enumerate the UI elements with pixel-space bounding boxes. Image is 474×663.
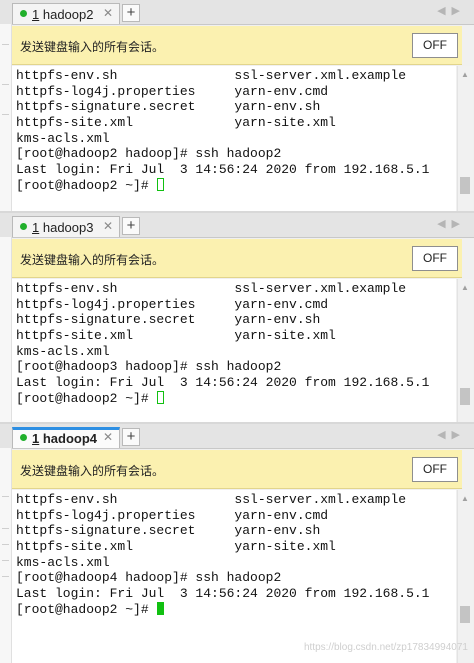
terminal-line: httpfs-site.xml yarn-site.xml <box>16 539 336 555</box>
terminal-output[interactable]: httpfs-env.sh ssl-server.xml.example htt… <box>12 490 456 663</box>
add-tab-button[interactable]: + <box>122 217 140 235</box>
connected-status-icon <box>20 223 27 230</box>
scrollbar-thumb[interactable] <box>460 388 470 405</box>
terminal-line: httpfs-signature.secret yarn-env.sh <box>16 99 321 115</box>
vertical-scrollbar[interactable]: ▲ <box>457 490 473 663</box>
left-gutter <box>0 448 12 663</box>
terminal-line: httpfs-log4j.properties yarn-env.cmd <box>16 296 329 312</box>
close-tab-icon[interactable]: ✕ <box>103 430 113 444</box>
terminal-prompt-line: [root@hadoop2 ~]# <box>16 601 429 618</box>
scroll-up-icon[interactable]: ▲ <box>461 494 469 503</box>
terminal-line: kms-acls.xml <box>16 343 110 359</box>
terminal-line: [root@hadoop4 hadoop]# ssh hadoop2 <box>16 570 282 586</box>
broadcast-infobar: 发送键盘输入的所有会话。 OFF <box>12 450 462 489</box>
tab-hadoop2[interactable]: 1 hadoop2 ✕ <box>12 3 120 24</box>
scroll-up-icon[interactable]: ▲ <box>461 70 469 79</box>
shell-prompt: [root@hadoop2 ~]# <box>16 390 157 406</box>
left-gutter <box>0 237 12 422</box>
session-pane-hadoop2: 1 hadoop2 ✕ + ◀▶ 发送键盘输入的所有会话。 OFF httpfs… <box>0 0 474 211</box>
broadcast-off-button[interactable]: OFF <box>412 33 458 58</box>
broadcast-infobar: 发送键盘输入的所有会话。 OFF <box>12 26 462 65</box>
terminal-line: httpfs-env.sh ssl-server.xml.example <box>16 68 407 83</box>
terminal-line: kms-acls.xml <box>16 554 110 570</box>
add-tab-button[interactable]: + <box>122 428 140 446</box>
close-tab-icon[interactable]: ✕ <box>103 219 113 233</box>
text-cursor <box>157 390 165 404</box>
scrollbar-thumb[interactable] <box>460 177 470 194</box>
terminal-line: [root@hadoop3 hadoop]# ssh hadoop2 <box>16 359 282 375</box>
terminal-output[interactable]: httpfs-env.sh ssl-server.xml.example htt… <box>12 279 456 422</box>
watermark: https://blog.csdn.net/zp17834994071 <box>303 642 468 653</box>
gutter-mark <box>2 560 9 561</box>
session-pane-hadoop4: 1 hadoop4 ✕ + ◀▶ 发送键盘输入的所有会话。 OFF httpfs… <box>0 424 474 663</box>
gutter-mark <box>2 576 9 577</box>
terminal-line: httpfs-signature.secret yarn-env.sh <box>16 312 321 328</box>
terminal-line: httpfs-signature.secret yarn-env.sh <box>16 523 321 539</box>
terminal-line: Last login: Fri Jul 3 14:56:24 2020 from… <box>16 375 430 391</box>
scrollbar-thumb[interactable] <box>460 606 470 623</box>
broadcast-message: 发送键盘输入的所有会话。 <box>20 464 165 478</box>
gutter-mark <box>2 114 9 115</box>
scroll-up-icon[interactable]: ▲ <box>461 283 469 292</box>
vertical-scrollbar[interactable]: ▲ <box>457 66 473 211</box>
add-tab-button[interactable]: + <box>122 4 140 22</box>
tab-hadoop3[interactable]: 1 hadoop3 ✕ <box>12 216 120 237</box>
broadcast-message: 发送键盘输入的所有会话。 <box>20 253 165 267</box>
terminal-line: httpfs-log4j.properties yarn-env.cmd <box>16 507 329 523</box>
broadcast-infobar: 发送键盘输入的所有会话。 OFF <box>12 239 462 278</box>
tab-hadoop4[interactable]: 1 hadoop4 ✕ <box>12 427 120 448</box>
tab-label: 1 hadoop4 <box>32 431 98 446</box>
tab-bar: 1 hadoop3 ✕ + ◀▶ <box>0 213 474 238</box>
text-cursor <box>157 601 165 615</box>
tab-bar: 1 hadoop4 ✕ + ◀▶ <box>0 424 474 449</box>
connected-status-icon <box>20 434 27 441</box>
gutter-mark <box>2 528 9 529</box>
left-gutter <box>0 24 12 211</box>
broadcast-message: 发送键盘输入的所有会话。 <box>20 40 165 54</box>
terminal-line: httpfs-env.sh ssl-server.xml.example <box>16 281 407 296</box>
vertical-scrollbar[interactable]: ▲ <box>457 279 473 422</box>
terminal-line: httpfs-log4j.properties yarn-env.cmd <box>16 83 329 99</box>
tab-label: 1 hadoop2 <box>32 7 94 22</box>
terminal-line: Last login: Fri Jul 3 14:56:24 2020 from… <box>16 162 430 178</box>
gutter-mark <box>2 544 9 545</box>
terminal-prompt-line: [root@hadoop2 ~]# <box>16 177 429 194</box>
terminal-line: httpfs-env.sh ssl-server.xml.example <box>16 492 407 507</box>
terminal-line: [root@hadoop2 hadoop]# ssh hadoop2 <box>16 146 282 162</box>
terminal-line: httpfs-site.xml yarn-site.xml <box>16 115 336 131</box>
shell-prompt: [root@hadoop2 ~]# <box>16 177 157 193</box>
session-pane-hadoop3: 1 hadoop3 ✕ + ◀▶ 发送键盘输入的所有会话。 OFF httpfs… <box>0 213 474 422</box>
terminal-line: httpfs-site.xml yarn-site.xml <box>16 328 336 344</box>
tab-scroll-arrows-icon[interactable]: ◀▶ <box>437 428 466 441</box>
broadcast-off-button[interactable]: OFF <box>412 246 458 271</box>
close-tab-icon[interactable]: ✕ <box>103 6 113 20</box>
shell-prompt: [root@hadoop2 ~]# <box>16 601 157 617</box>
gutter-mark <box>2 44 9 45</box>
terminal-line: kms-acls.xml <box>16 130 110 146</box>
tab-label: 1 hadoop3 <box>32 220 94 235</box>
tab-bar: 1 hadoop2 ✕ + ◀▶ <box>0 0 474 25</box>
terminal-output[interactable]: httpfs-env.sh ssl-server.xml.example htt… <box>12 66 456 211</box>
gutter-mark <box>2 84 9 85</box>
broadcast-off-button[interactable]: OFF <box>412 457 458 482</box>
text-cursor <box>157 177 165 191</box>
connected-status-icon <box>20 10 27 17</box>
terminal-line: Last login: Fri Jul 3 14:56:24 2020 from… <box>16 586 430 602</box>
terminal-prompt-line: [root@hadoop2 ~]# <box>16 390 429 407</box>
tab-scroll-arrows-icon[interactable]: ◀▶ <box>437 217 466 230</box>
tab-scroll-arrows-icon[interactable]: ◀▶ <box>437 4 466 17</box>
gutter-mark <box>2 496 9 497</box>
